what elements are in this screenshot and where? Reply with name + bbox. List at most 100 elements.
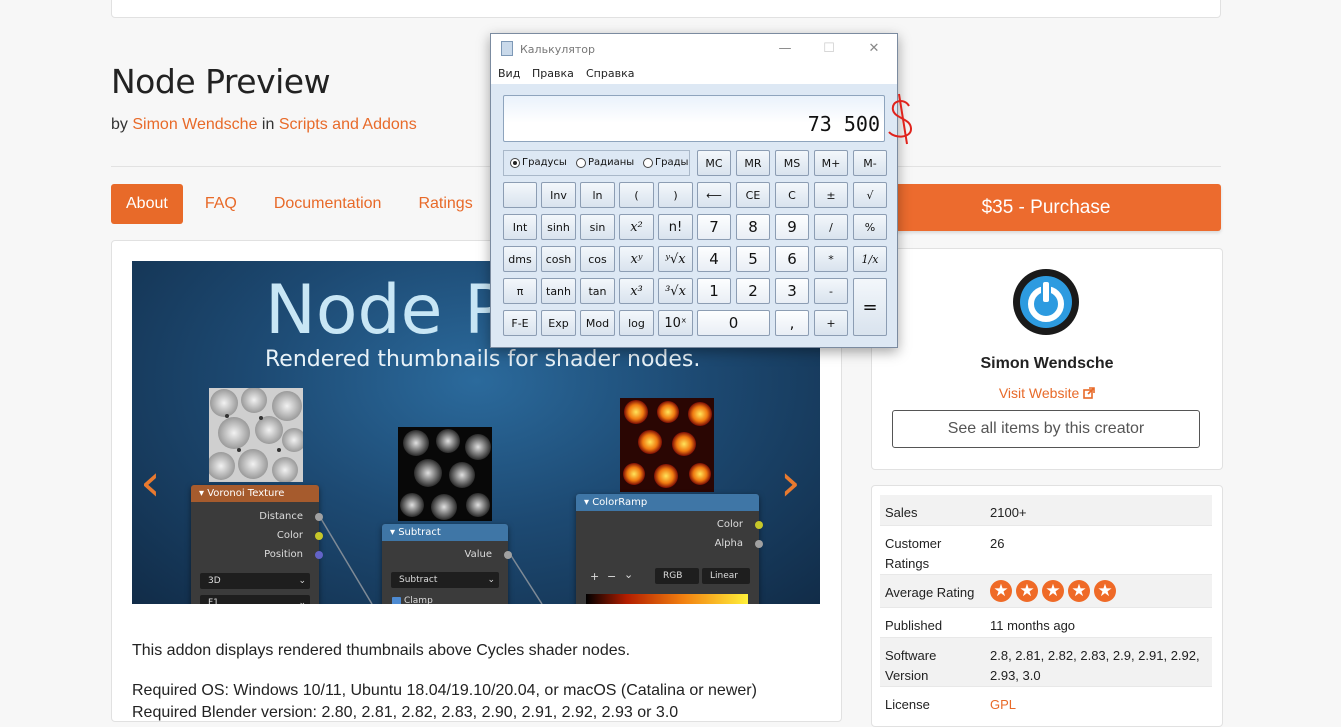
ln-button[interactable]: ln	[580, 182, 615, 208]
ms-button[interactable]: MS	[775, 150, 809, 176]
digit-6-button[interactable]: 6	[775, 246, 809, 272]
mr-button[interactable]: MR	[736, 150, 770, 176]
ce-button[interactable]: CE	[736, 182, 770, 208]
subtract-button[interactable]: -	[814, 278, 848, 304]
cos-button[interactable]: cos	[580, 246, 615, 272]
digit-8-button[interactable]: 8	[736, 214, 770, 240]
fe-button[interactable]: F-E	[503, 310, 537, 336]
log-button[interactable]: log	[619, 310, 654, 336]
calculator-titlebar[interactable]: Калькулятор — ☐ ✕	[491, 34, 897, 64]
color-mode-select[interactable]: RGB	[655, 568, 699, 584]
sin-button[interactable]: sin	[580, 214, 615, 240]
tab-faq[interactable]: FAQ	[190, 184, 252, 224]
radio-degrees[interactable]: Градусы	[510, 157, 567, 168]
maximize-button[interactable]: ☐	[813, 39, 845, 59]
value-socket[interactable]	[504, 551, 512, 559]
close-button[interactable]: ✕	[858, 39, 890, 59]
voronoi-feature-select[interactable]: F1 ⌄	[200, 595, 310, 604]
voronoi-node[interactable]: ▾ Voronoi Texture Distance Color Positio…	[191, 485, 323, 604]
add-stop-button[interactable]: +	[590, 570, 599, 583]
tab-about[interactable]: About	[111, 184, 183, 224]
mod-button[interactable]: Mod	[580, 310, 615, 336]
interpolation-select[interactable]: Linear	[702, 568, 750, 584]
visit-website-link[interactable]: Visit Website	[872, 385, 1222, 401]
color-socket[interactable]	[755, 521, 763, 529]
inv-button[interactable]: Inv	[541, 182, 576, 208]
digit-5-button[interactable]: 5	[736, 246, 770, 272]
reciprocal-button[interactable]: 1/x	[853, 246, 887, 272]
digit-0-button[interactable]: 0	[697, 310, 770, 336]
menu-help[interactable]: Справка	[586, 67, 634, 80]
sqrt-button[interactable]: √	[853, 182, 887, 208]
calculator-window[interactable]: Калькулятор — ☐ ✕ Вид Правка Справка 73 …	[490, 33, 898, 348]
digit-4-button[interactable]: 4	[697, 246, 731, 272]
dollar-annotation-icon	[885, 92, 919, 153]
equals-button[interactable]: =	[853, 278, 887, 336]
tab-ratings[interactable]: Ratings	[403, 184, 487, 224]
color-socket[interactable]	[315, 532, 323, 540]
decimal-separator-button[interactable]: ,	[775, 310, 809, 336]
cosh-button[interactable]: cosh	[541, 246, 576, 272]
voronoi-output-distance: Distance	[259, 511, 303, 522]
remove-stop-button[interactable]: −	[607, 570, 616, 583]
factorial-button[interactable]: n!	[658, 214, 693, 240]
exp-button[interactable]: Exp	[541, 310, 576, 336]
category-link[interactable]: Scripts and Addons	[279, 116, 417, 133]
table-row: Customer Ratings 26	[880, 525, 1212, 574]
carousel-prev-arrow[interactable]: ‹	[140, 457, 161, 509]
plus-minus-button[interactable]: ±	[814, 182, 848, 208]
alpha-socket[interactable]	[755, 540, 763, 548]
sinh-button[interactable]: sinh	[541, 214, 576, 240]
percent-button[interactable]: %	[853, 214, 887, 240]
m-plus-button[interactable]: M+	[814, 150, 848, 176]
y-root-x-button[interactable]: ʸ√x	[658, 246, 693, 272]
distance-socket[interactable]	[315, 513, 323, 521]
c-button[interactable]: C	[775, 182, 809, 208]
voronoi-dimensions-select[interactable]: 3D ⌄	[200, 573, 310, 589]
purchase-button[interactable]: $35 - Purchase	[871, 184, 1221, 231]
carousel-next-arrow[interactable]: ›	[780, 457, 801, 509]
x-squared-button[interactable]: x²	[619, 214, 654, 240]
menu-view[interactable]: Вид	[498, 67, 520, 80]
add-button[interactable]: +	[814, 310, 848, 336]
blank-button[interactable]	[503, 182, 537, 208]
dms-button[interactable]: dms	[503, 246, 537, 272]
digit-3-button[interactable]: 3	[775, 278, 809, 304]
mc-button[interactable]: MC	[697, 150, 731, 176]
close-paren-button[interactable]: )	[658, 182, 693, 208]
digit-2-button[interactable]: 2	[736, 278, 770, 304]
radio-radians[interactable]: Радианы	[576, 157, 634, 168]
divide-button[interactable]: /	[814, 214, 848, 240]
tan-button[interactable]: tan	[580, 278, 615, 304]
see-all-items-button[interactable]: See all items by this creator	[892, 410, 1200, 448]
m-minus-button[interactable]: M-	[853, 150, 887, 176]
digit-9-button[interactable]: 9	[775, 214, 809, 240]
pi-button[interactable]: π	[503, 278, 537, 304]
digit-7-button[interactable]: 7	[697, 214, 731, 240]
author-link[interactable]: Simon Wendsche	[132, 116, 257, 133]
cube-root-button[interactable]: ³√x	[658, 278, 693, 304]
radio-grads[interactable]: Грады	[643, 157, 688, 168]
multiply-button[interactable]: *	[814, 246, 848, 272]
ten-power-x-button[interactable]: 10ˣ	[658, 310, 693, 336]
color-ramp-gradient[interactable]	[586, 594, 748, 604]
tab-documentation[interactable]: Documentation	[259, 184, 397, 224]
menu-edit[interactable]: Правка	[532, 67, 574, 80]
int-button[interactable]: Int	[503, 214, 537, 240]
license-link[interactable]: GPL	[990, 695, 1210, 715]
backspace-button[interactable]: ⟵	[697, 182, 731, 208]
avatar[interactable]	[1013, 269, 1079, 335]
digit-1-button[interactable]: 1	[697, 278, 731, 304]
subtract-node[interactable]: ▾ Subtract Value Subtract ⌄ Clamp	[382, 524, 512, 604]
x-cubed-button[interactable]: x³	[619, 278, 654, 304]
subtract-operation-select[interactable]: Subtract ⌄	[391, 572, 499, 588]
position-socket[interactable]	[315, 551, 323, 559]
minimize-button[interactable]: —	[769, 39, 801, 59]
calculator-display: 73 500	[503, 95, 885, 142]
open-paren-button[interactable]: (	[619, 182, 654, 208]
tanh-button[interactable]: tanh	[541, 278, 576, 304]
x-power-y-button[interactable]: xʸ	[619, 246, 654, 272]
chevron-down-icon[interactable]: ⌄	[624, 568, 633, 581]
clamp-checkbox[interactable]: Clamp	[392, 596, 433, 604]
colorramp-node[interactable]: ▾ ColorRamp Color Alpha + − ⌄ RGB Linear	[576, 494, 763, 604]
